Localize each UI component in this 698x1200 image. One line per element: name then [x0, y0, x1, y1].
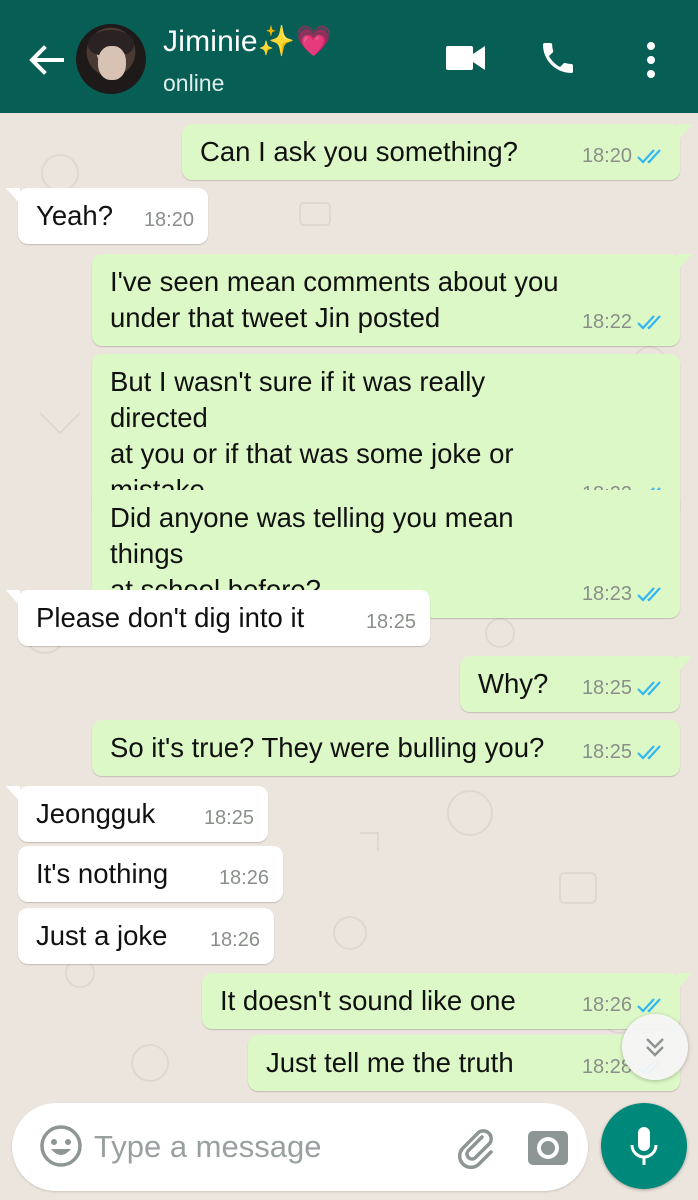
message-text: Please don't dig into it	[36, 602, 305, 633]
message-text: Can I ask you something?	[200, 136, 518, 167]
back-arrow-icon[interactable]	[24, 38, 68, 82]
chat-area[interactable]: Can I ask you something? 18:20 Yeah? 18:20 I…	[0, 113, 698, 1100]
read-receipt-double-tick-icon	[637, 998, 661, 1013]
composer-bar	[0, 1100, 698, 1200]
message-text: So it's true? They were bulling you?	[110, 732, 545, 763]
microphone-icon	[630, 1127, 658, 1165]
outgoing-message[interactable]: Can I ask you something? 18:20	[182, 124, 692, 180]
more-options-icon[interactable]	[636, 38, 666, 82]
message-meta: 18:26	[210, 922, 260, 958]
message-text: Yeah?	[36, 200, 113, 231]
message-time: 18:20	[581, 145, 632, 167]
message-time: 18:20	[143, 209, 194, 231]
message-meta: 18:25	[204, 800, 254, 836]
message-text: But I wasn't sure if it was really direc…	[110, 366, 514, 505]
message-meta: 18:26	[219, 860, 269, 896]
message-time: 18:25	[581, 677, 632, 699]
message-text: It doesn't sound like one	[220, 985, 516, 1016]
message-text: Just tell me the truth	[266, 1047, 514, 1078]
avatar[interactable]	[76, 24, 146, 94]
incoming-message[interactable]: Please don't dig into it 18:25	[6, 590, 430, 646]
message-meta: 18:25	[366, 604, 416, 640]
message-time: 18:22	[581, 311, 632, 333]
message-time: 18:26	[581, 994, 632, 1016]
paperclip-attach-icon[interactable]	[452, 1123, 498, 1174]
scroll-to-bottom-button[interactable]	[622, 1014, 688, 1080]
phone-call-icon[interactable]	[538, 38, 578, 83]
message-meta: 18:22	[582, 304, 666, 340]
outgoing-message[interactable]: It doesn't sound like one 18:26	[202, 973, 692, 1029]
outgoing-message[interactable]: Just tell me the truth 18:28	[248, 1035, 680, 1091]
contact-status: online	[163, 70, 225, 96]
mic-button[interactable]	[601, 1103, 687, 1189]
camera-icon[interactable]	[526, 1125, 570, 1174]
message-time: 18:26	[218, 867, 269, 889]
message-meta: 18:25	[582, 734, 666, 770]
read-receipt-double-tick-icon	[637, 681, 661, 696]
message-text: Jeongguk	[36, 798, 156, 829]
message-text: Why?	[478, 668, 549, 699]
incoming-message[interactable]: Jeongguk 18:25	[6, 786, 268, 842]
message-input-container[interactable]	[12, 1103, 588, 1191]
incoming-message[interactable]: Yeah? 18:20	[6, 188, 208, 244]
incoming-message[interactable]: Just a joke 18:26	[18, 908, 274, 964]
video-call-icon[interactable]	[446, 44, 486, 77]
message-meta: 18:25	[582, 670, 666, 706]
message-time: 18:25	[203, 807, 254, 829]
outgoing-message[interactable]: Why? 18:25	[460, 656, 692, 712]
read-receipt-double-tick-icon	[637, 745, 661, 760]
emoji-icon[interactable]	[38, 1123, 84, 1174]
message-meta: 18:20	[144, 202, 194, 238]
read-receipt-double-tick-icon	[637, 587, 661, 602]
message-time: 18:26	[209, 929, 260, 951]
outgoing-message[interactable]: So it's true? They were bulling you? 18:2…	[92, 720, 680, 776]
message-input[interactable]	[94, 1119, 434, 1175]
chat-header: Jiminie✨💗 online	[0, 0, 698, 113]
message-time: 18:23	[581, 583, 632, 605]
message-meta: 18:20	[582, 138, 666, 174]
message-text: I've seen mean comments about you under …	[110, 266, 559, 333]
read-receipt-double-tick-icon	[637, 149, 661, 164]
message-text: Just a joke	[36, 920, 168, 951]
double-chevron-down-icon	[646, 1038, 664, 1057]
contact-name[interactable]: Jiminie✨💗	[163, 24, 333, 59]
message-meta: 18:23	[582, 576, 666, 612]
message-time: 18:25	[365, 611, 416, 633]
message-text: It's nothing	[36, 858, 169, 889]
message-time: 18:25	[581, 741, 632, 763]
read-receipt-double-tick-icon	[637, 315, 661, 330]
incoming-message[interactable]: It's nothing 18:26	[18, 846, 283, 902]
outgoing-message[interactable]: I've seen mean comments about you under …	[92, 254, 692, 346]
